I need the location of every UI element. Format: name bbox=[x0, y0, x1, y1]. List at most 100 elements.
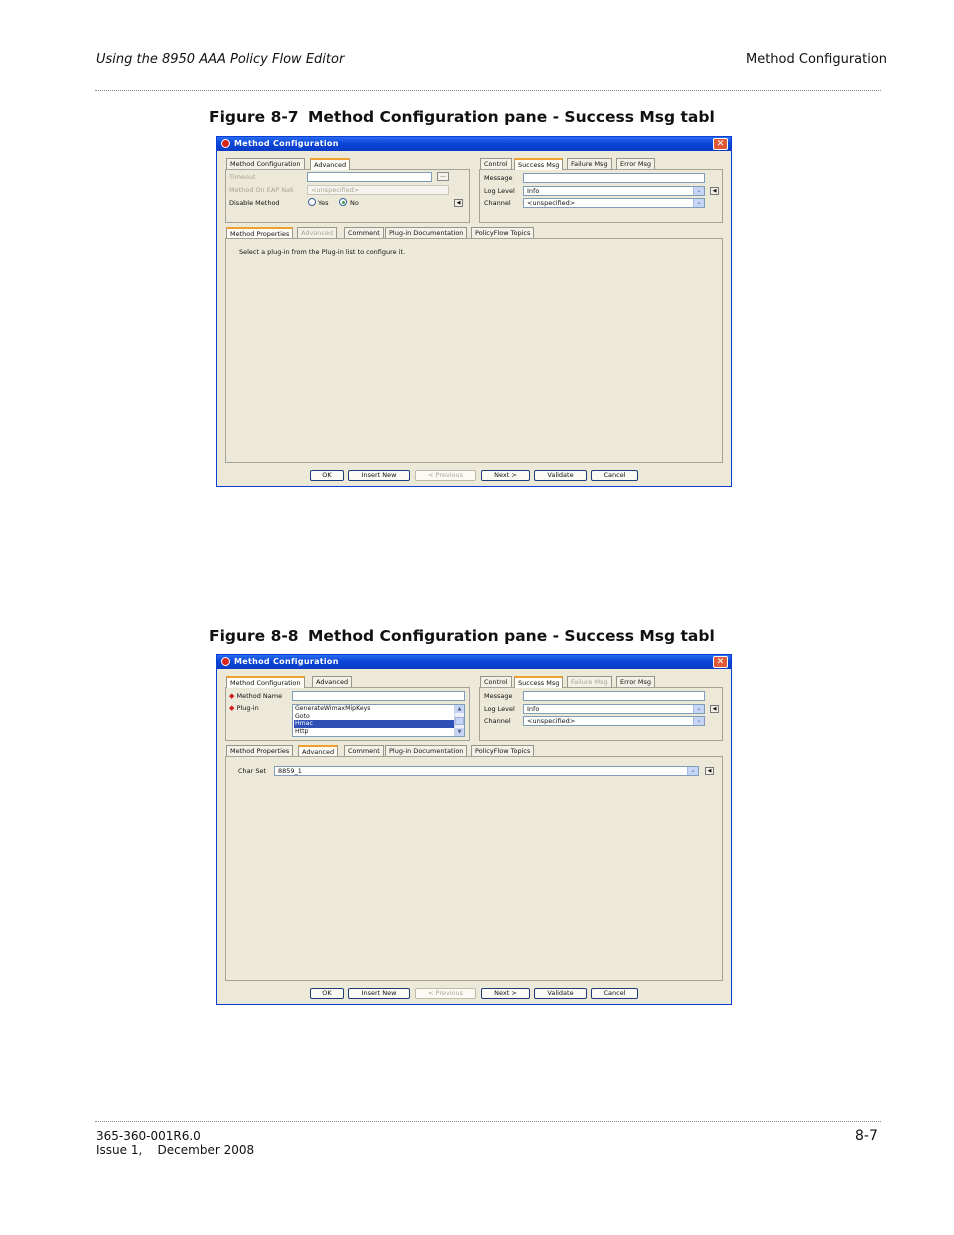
method-name-input[interactable] bbox=[292, 691, 465, 701]
dialog-title: Method Configuration bbox=[234, 139, 339, 148]
chevron-down-icon[interactable]: ⌄ bbox=[693, 705, 704, 713]
message-label: Message bbox=[484, 174, 513, 182]
radio-no-label: No bbox=[350, 199, 359, 207]
charset-label: Char Set bbox=[238, 767, 267, 775]
tab-method-properties[interactable]: Method Properties bbox=[226, 745, 294, 756]
tab-plugin-documentation[interactable]: Plug-in Documentation bbox=[385, 227, 468, 238]
dialog-titlebar: Method Configuration ✕ bbox=[217, 655, 731, 669]
timeout-label: Timeout bbox=[229, 173, 256, 181]
ok-button[interactable]: OK bbox=[310, 470, 344, 481]
timeout-input[interactable] bbox=[307, 172, 432, 182]
required-icon: ◆ bbox=[229, 704, 235, 712]
required-icon: ◆ bbox=[229, 692, 235, 700]
charset-info-icon[interactable]: ◀ bbox=[705, 767, 714, 775]
charset-value: 8859_1 bbox=[278, 767, 302, 775]
tab-plugin-documentation[interactable]: Plug-in Documentation bbox=[385, 745, 468, 756]
close-icon[interactable]: ✕ bbox=[713, 138, 728, 150]
tab-control[interactable]: Control bbox=[480, 676, 512, 687]
validate-button[interactable]: Validate bbox=[534, 470, 587, 481]
log-level-select[interactable]: Info ⌄ bbox=[523, 186, 705, 196]
tab-method-configuration[interactable]: Method Configuration bbox=[226, 676, 305, 688]
scroll-up-icon[interactable]: ▲ bbox=[455, 705, 464, 713]
message-input[interactable] bbox=[523, 173, 705, 183]
chevron-down-icon[interactable]: ⌄ bbox=[693, 717, 704, 725]
message-input[interactable] bbox=[523, 691, 705, 701]
ok-button[interactable]: OK bbox=[310, 988, 344, 999]
plugin-label-text: Plug-in bbox=[236, 704, 259, 712]
scroll-down-icon[interactable]: ▼ bbox=[455, 728, 464, 736]
list-item-selected[interactable]: Hmac bbox=[294, 720, 454, 728]
chevron-down-icon[interactable]: ⌄ bbox=[687, 767, 698, 775]
tab-failure-msg[interactable]: Failure Msg bbox=[567, 158, 612, 169]
chevron-down-icon[interactable]: ⌄ bbox=[693, 187, 704, 195]
tab-advanced-properties[interactable]: Advanced bbox=[297, 227, 338, 238]
figure-caption: Figure 8-7 Method Configuration pane - Su… bbox=[209, 108, 715, 126]
log-level-value: Info bbox=[527, 705, 540, 713]
tab-comment[interactable]: Comment bbox=[344, 745, 384, 756]
document-number: 365-360-001R6.0 bbox=[96, 1129, 201, 1143]
list-item[interactable]: GenerateWimaxMipKeys bbox=[294, 705, 454, 713]
advanced-panel: Char Set 8859_1 ⌄ ◀ bbox=[225, 756, 723, 981]
previous-button[interactable]: < Previous bbox=[415, 988, 476, 999]
log-level-select[interactable]: Info ⌄ bbox=[523, 704, 705, 714]
app-icon bbox=[221, 657, 230, 666]
channel-select[interactable]: <unspecified> ⌄ bbox=[523, 716, 705, 726]
close-icon[interactable]: ✕ bbox=[713, 656, 728, 668]
running-header-title: Using the 8950 AAA Policy Flow Editor bbox=[96, 52, 345, 67]
cancel-button[interactable]: Cancel bbox=[591, 470, 638, 481]
method-configuration-dialog: Method Configuration ✕ Method Configurat… bbox=[216, 136, 732, 487]
chevron-down-icon[interactable]: ⌄ bbox=[693, 199, 704, 207]
info-icon[interactable]: ◀ bbox=[454, 199, 463, 207]
running-header-section: Method Configuration bbox=[746, 52, 888, 67]
list-item[interactable]: Goto bbox=[294, 713, 454, 721]
figure-number: Figure 8-7 bbox=[209, 108, 299, 126]
log-level-label: Log Level bbox=[484, 187, 515, 195]
log-level-info-icon[interactable]: ◀ bbox=[710, 187, 719, 195]
radio-yes[interactable] bbox=[308, 198, 316, 206]
issue-date: Issue 1, December 2008 bbox=[96, 1143, 255, 1157]
eap-nak-value: <unspecified> bbox=[311, 186, 360, 194]
method-name-label: ◆ Method Name bbox=[229, 692, 282, 700]
cancel-button[interactable]: Cancel bbox=[591, 988, 638, 999]
plugin-listbox[interactable]: GenerateWimaxMipKeys Goto Hmac Http ▲ ▼ bbox=[292, 704, 465, 737]
radio-no[interactable] bbox=[339, 198, 347, 206]
validate-button[interactable]: Validate bbox=[534, 988, 587, 999]
tab-success-msg[interactable]: Success Msg bbox=[514, 676, 564, 688]
plugin-label: ◆ Plug-in bbox=[229, 704, 259, 712]
tab-policyflow-topics[interactable]: PolicyFlow Topics bbox=[471, 227, 535, 238]
tab-method-configuration[interactable]: Method Configuration bbox=[226, 158, 305, 169]
tab-control[interactable]: Control bbox=[480, 158, 512, 169]
channel-value: <unspecified> bbox=[527, 199, 576, 207]
tab-success-msg[interactable]: Success Msg bbox=[514, 158, 564, 170]
tab-error-msg[interactable]: Error Msg bbox=[616, 158, 656, 169]
tab-failure-msg[interactable]: Failure Msg bbox=[567, 676, 612, 687]
tab-advanced[interactable]: Advanced bbox=[310, 158, 351, 170]
next-button[interactable]: Next > bbox=[481, 988, 530, 999]
log-level-value: Info bbox=[527, 187, 540, 195]
dialog-title: Method Configuration bbox=[234, 657, 339, 666]
disable-method-label: Disable Method bbox=[229, 199, 280, 207]
log-level-info-icon[interactable]: ◀ bbox=[710, 705, 719, 713]
previous-button[interactable]: < Previous bbox=[415, 470, 476, 481]
figure-title: Method Configuration pane - Success Msg … bbox=[308, 108, 715, 126]
method-name-label-text: Method Name bbox=[236, 692, 283, 700]
charset-select[interactable]: 8859_1 ⌄ bbox=[274, 766, 699, 776]
scroll-thumb[interactable] bbox=[455, 717, 464, 725]
tab-advanced[interactable]: Advanced bbox=[312, 676, 353, 687]
eap-nak-select[interactable]: <unspecified> bbox=[307, 185, 449, 195]
page-number: 8-7 bbox=[855, 1128, 878, 1144]
content-message: Select a plug-in from the Plug-in list t… bbox=[239, 248, 406, 256]
tab-policyflow-topics[interactable]: PolicyFlow Topics bbox=[471, 745, 535, 756]
timeout-browse-button[interactable]: ... bbox=[437, 172, 449, 181]
plugin-scrollbar[interactable]: ▲ ▼ bbox=[454, 705, 464, 736]
figure-caption: Figure 8-8 Method Configuration pane - Su… bbox=[209, 627, 715, 645]
method-configuration-dialog: Method Configuration ✕ Method Configurat… bbox=[216, 654, 732, 1005]
log-level-label: Log Level bbox=[484, 705, 515, 713]
next-button[interactable]: Next > bbox=[481, 470, 530, 481]
channel-select[interactable]: <unspecified> ⌄ bbox=[523, 198, 705, 208]
insert-new-button[interactable]: Insert New bbox=[348, 470, 410, 481]
list-item[interactable]: Http bbox=[294, 728, 454, 736]
tab-comment[interactable]: Comment bbox=[344, 227, 384, 238]
tab-error-msg[interactable]: Error Msg bbox=[616, 676, 656, 687]
insert-new-button[interactable]: Insert New bbox=[348, 988, 410, 999]
